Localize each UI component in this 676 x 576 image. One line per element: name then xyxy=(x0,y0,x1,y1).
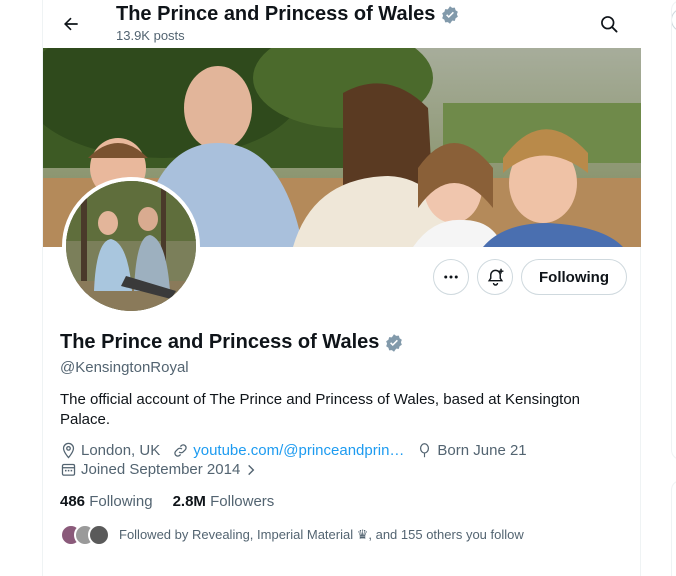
header-title-text: The Prince and Princess of Wales xyxy=(116,3,436,25)
followers-you-know[interactable]: Followed by Revealing, Imperial Material… xyxy=(60,524,524,546)
profile-handle: @KensingtonRoyal xyxy=(60,359,189,376)
sidebar-card xyxy=(671,0,676,460)
verified-badge-icon xyxy=(442,5,459,24)
followers-count: 2.8M xyxy=(172,493,206,510)
website-link[interactable]: youtube.com/@princeandprin… xyxy=(193,442,404,459)
birthday-item: Born June 21 xyxy=(416,442,527,459)
avatar-photo xyxy=(66,181,196,311)
following-label: Following xyxy=(89,493,153,510)
location-pin-icon xyxy=(62,442,75,459)
followers-link[interactable]: 2.8M Followers xyxy=(173,493,275,510)
balloon-icon xyxy=(420,443,430,458)
profile-column: The Prince and Princess of Wales 13.9K p… xyxy=(42,0,642,576)
notifications-button[interactable] xyxy=(477,259,513,295)
top-bar: The Prince and Princess of Wales 13.9K p… xyxy=(43,0,642,48)
profile-avatar[interactable] xyxy=(62,177,200,315)
profile-name: The Prince and Princess of Wales xyxy=(60,331,404,354)
birthday-text: Born June 21 xyxy=(437,442,527,459)
following-button[interactable]: Following xyxy=(521,259,627,295)
arrow-left-icon xyxy=(64,17,78,31)
joined-row: Joined September 2014 xyxy=(60,461,270,478)
profile-meta: London, UK youtube.com/@princeandprin… B… xyxy=(60,442,539,459)
search-button[interactable] xyxy=(591,6,627,42)
joined-text: Joined September 2014 xyxy=(81,461,241,478)
header-title: The Prince and Princess of Wales xyxy=(116,3,460,26)
website-item[interactable]: youtube.com/@princeandprin… xyxy=(172,442,404,459)
post-count: 13.9K posts xyxy=(116,28,185,43)
location-item: London, UK xyxy=(60,442,160,459)
right-sidebar xyxy=(641,0,676,576)
location-text: London, UK xyxy=(81,442,161,459)
profile-bio: The official account of The Prince and P… xyxy=(60,391,581,428)
follower-avatars xyxy=(60,524,112,546)
following-link[interactable]: 486 Following xyxy=(60,493,153,510)
followed-by-text: Followed by Revealing, Imperial Material… xyxy=(119,527,524,542)
calendar-icon xyxy=(61,463,76,476)
back-button[interactable] xyxy=(55,8,87,40)
bell-plus-icon xyxy=(487,268,503,286)
joined-item[interactable]: Joined September 2014 xyxy=(60,461,258,478)
more-options-button[interactable] xyxy=(433,259,469,295)
more-icon xyxy=(444,275,458,279)
verified-badge-icon[interactable] xyxy=(384,333,404,353)
followers-label: Followers xyxy=(210,493,275,510)
profile-name-text: The Prince and Princess of Wales xyxy=(60,331,380,353)
follow-stats: 486 Following 2.8M Followers xyxy=(60,493,274,510)
sidebar-card xyxy=(671,480,676,576)
search-icon xyxy=(601,16,618,33)
chevron-right-icon xyxy=(248,464,255,475)
link-icon xyxy=(174,444,187,457)
avatar xyxy=(88,524,110,546)
following-count: 486 xyxy=(60,493,86,510)
